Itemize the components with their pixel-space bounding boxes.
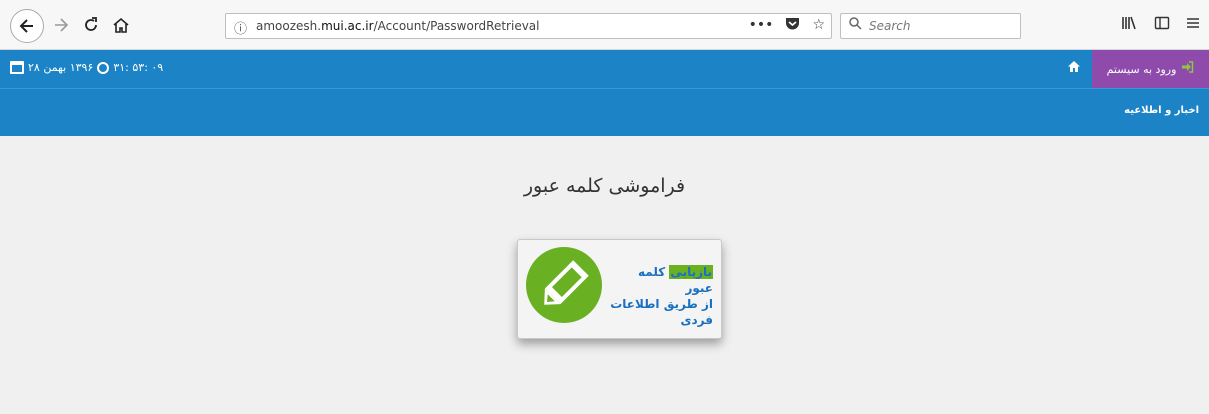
pencil-icon (526, 247, 602, 323)
reload-icon[interactable] (76, 10, 106, 40)
page-actions-icon[interactable]: ••• (749, 17, 774, 35)
sidebar-icon[interactable] (1154, 15, 1170, 35)
card-text-3: فردی (680, 313, 713, 327)
search-input[interactable]: Search (869, 19, 911, 33)
news-link[interactable]: اخبار و اطلاعیه (1124, 105, 1199, 116)
back-arrow-icon[interactable] (10, 9, 44, 43)
login-label: ورود به سیستم (1106, 62, 1177, 76)
site-navbar: اخبار و اطلاعیه (0, 88, 1209, 136)
time-text: ۰۹ :۵۳ :۳۱ (113, 61, 164, 74)
date-time-display: ۱۳۹۶ بهمن ۲۸ ۰۹ :۵۳ :۳۱ (10, 61, 163, 74)
info-icon[interactable]: ⓘ (234, 18, 250, 37)
card-highlight: بازیابی (669, 265, 713, 279)
address-bar[interactable]: ⓘ amoozesh.mui.ac.ir/Account/PasswordRet… (225, 13, 832, 39)
login-button[interactable]: ورود به سیستم (1092, 50, 1209, 88)
clock-icon (97, 61, 110, 74)
menu-icon[interactable] (1185, 15, 1201, 35)
site-home-icon[interactable] (1067, 60, 1081, 77)
sign-in-icon (1181, 61, 1194, 77)
browser-toolbar: ⓘ amoozesh.mui.ac.ir/Account/PasswordRet… (0, 0, 1209, 50)
forward-arrow-icon[interactable] (46, 10, 76, 40)
search-bar[interactable]: Search (840, 13, 1021, 39)
library-icon[interactable] (1121, 15, 1137, 35)
password-recovery-card[interactable]: بازیابی کلمه عبور از طریق اطلاعات فردی (517, 239, 722, 339)
calendar-icon (10, 61, 24, 74)
search-icon (849, 17, 862, 34)
url-text: amoozesh.mui.ac.ir/Account/PasswordRetri… (256, 19, 540, 33)
pocket-icon[interactable] (785, 17, 800, 35)
home-icon[interactable] (106, 10, 136, 40)
site-topbar: ۱۳۹۶ بهمن ۲۸ ۰۹ :۵۳ :۳۱ ورود به سیستم (0, 50, 1209, 88)
page-title: فراموشی کلمه عبور (523, 175, 686, 197)
bookmark-star-icon[interactable]: ☆ (812, 17, 825, 35)
date-text: ۱۳۹۶ بهمن ۲۸ (28, 61, 94, 74)
card-label: بازیابی کلمه عبور از طریق اطلاعات فردی (608, 264, 713, 328)
card-text-2: از طریق اطلاعات (610, 297, 713, 311)
